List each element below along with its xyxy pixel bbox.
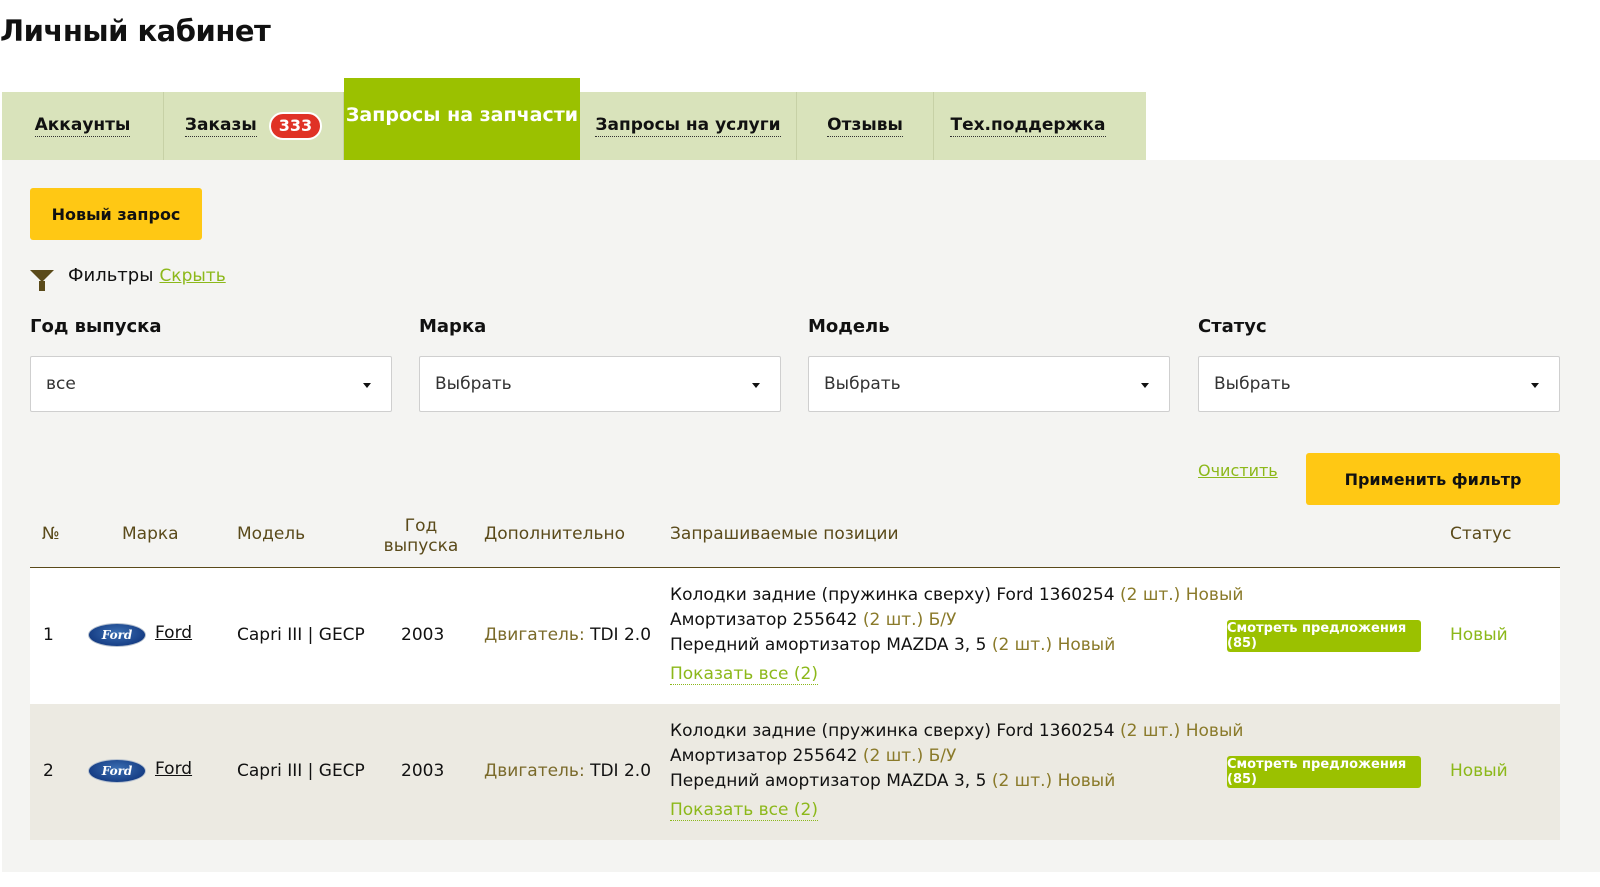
position-name: Амортизатор 255642 [670,610,858,630]
position-qty: (2 шт.) [991,771,1053,791]
new-request-button[interactable]: Новый запрос [30,188,202,240]
position-qty: (2 шт.) [1119,721,1181,741]
model-select-value: Выбрать [824,374,901,394]
status-label: Новый [1450,625,1508,645]
col-header-model: Модель [237,524,306,544]
year-select-value: все [46,374,76,394]
brand-link[interactable]: Ford [155,759,192,779]
filters-header: Фильтры Скрыть [30,265,226,291]
view-offers-button[interactable]: Смотреть предложения (85) [1227,756,1421,788]
row-num: 1 [43,625,54,645]
row-extra-label: Двигатель: [484,761,585,781]
position-condition: Б/У [928,746,957,766]
position-condition: Новый [1185,585,1244,605]
filters-title: Фильтры [68,265,154,286]
year-select[interactable]: все [30,356,392,412]
position-name: Передний амортизатор MAZDA 3, 5 [670,635,987,655]
col-header-num: № [42,524,60,544]
col-header-extra: Дополнительно [484,524,625,544]
tab-parts-requests-label: Запросы на запчасти [345,104,579,126]
row-extra-label: Двигатель: [484,625,585,645]
col-header-brand: Марка [122,524,179,544]
clear-filters-link[interactable]: Очистить [1198,461,1278,480]
table-row: 2 Ford Ford Capri III | GECP 2003 Двигат… [30,704,1560,840]
col-header-positions: Запрашиваемые позиции [670,524,899,544]
filter-label-year: Год выпуска [30,316,162,337]
tab-orders-label: Заказы [184,115,257,137]
tab-reviews[interactable]: Отзывы [797,92,934,160]
row-num: 2 [43,761,54,781]
position-name: Колодки задние (пружинка сверху) Ford 13… [670,585,1115,605]
tab-reviews-label: Отзывы [827,115,903,137]
position-qty: (2 шт.) [862,746,924,766]
filter-label-model: Модель [808,316,890,337]
row-extra: Двигатель: TDI 2.0 [484,761,651,781]
position-qty: (2 шт.) [1119,585,1181,605]
col-header-year: Год выпуска [380,516,462,556]
tab-service-requests-label: Запросы на услуги [595,115,781,137]
position-line: Колодки задние (пружинка сверху) Ford 13… [670,583,1243,608]
position-name: Колодки задние (пружинка сверху) Ford 13… [670,721,1115,741]
tab-orders[interactable]: Заказы 333 [164,92,344,160]
ford-logo: Ford [88,623,146,647]
position-qty: (2 шт.) [991,635,1053,655]
chevron-down-icon [1531,383,1539,388]
position-line: Передний амортизатор MAZDA 3, 5 (2 шт.) … [670,633,1243,658]
brand-select[interactable]: Выбрать [419,356,781,412]
position-name: Амортизатор 255642 [670,746,858,766]
page-title: Личный кабинет [0,14,271,48]
show-all-link[interactable]: Показать все (2) [670,800,818,821]
chevron-down-icon [363,383,371,388]
show-all-link[interactable]: Показать все (2) [670,664,818,685]
tab-parts-requests[interactable]: Запросы на запчасти [344,78,580,168]
position-condition: Новый [1057,771,1116,791]
table-row: 1 Ford Ford Capri III | GECP 2003 Двигат… [30,568,1560,704]
position-line: Колодки задние (пружинка сверху) Ford 13… [670,719,1243,744]
tabs-bar: Аккаунты Заказы 333 Запросы на запчасти … [2,78,1146,168]
col-header-status: Статус [1450,524,1512,544]
model-select[interactable]: Выбрать [808,356,1170,412]
position-name: Передний амортизатор MAZDA 3, 5 [670,771,987,791]
view-offers-button[interactable]: Смотреть предложения (85) [1227,620,1421,652]
requested-positions: Колодки задние (пружинка сверху) Ford 13… [670,719,1243,823]
tab-service-requests[interactable]: Запросы на услуги [580,92,797,160]
position-qty: (2 шт.) [862,610,924,630]
row-year: 2003 [401,625,445,645]
status-select[interactable]: Выбрать [1198,356,1560,412]
tab-support[interactable]: Тех.поддержка [934,92,1122,160]
orders-count-badge: 333 [268,112,323,140]
apply-filter-button[interactable]: Применить фильтр [1306,453,1560,505]
ford-logo: Ford [88,759,146,783]
filter-funnel-icon [30,269,54,291]
brand-link[interactable]: Ford [155,623,192,643]
chevron-down-icon [752,383,760,388]
status-label: Новый [1450,761,1508,781]
tab-accounts-label: Аккаунты [34,115,131,137]
requested-positions: Колодки задние (пружинка сверху) Ford 13… [670,583,1243,687]
row-model: Capri III | GECP [237,625,365,645]
position-line: Амортизатор 255642 (2 шт.) Б/У [670,608,1243,633]
tab-support-label: Тех.поддержка [950,115,1106,137]
status-select-value: Выбрать [1214,374,1291,394]
filter-label-brand: Марка [419,316,487,337]
position-condition: Б/У [928,610,957,630]
hide-filters-link[interactable]: Скрыть [159,266,225,286]
col-header-year-line2: выпуска [383,536,459,556]
col-header-year-line1: Год [404,516,438,536]
row-extra-value: TDI 2.0 [590,761,652,781]
chevron-down-icon [1141,383,1149,388]
row-year: 2003 [401,761,445,781]
brand-select-value: Выбрать [435,374,512,394]
row-extra: Двигатель: TDI 2.0 [484,625,651,645]
position-condition: Новый [1185,721,1244,741]
tab-accounts[interactable]: Аккаунты [2,92,164,160]
position-line: Передний амортизатор MAZDA 3, 5 (2 шт.) … [670,769,1243,794]
filter-label-status: Статус [1198,316,1267,337]
row-model: Capri III | GECP [237,761,365,781]
position-condition: Новый [1057,635,1116,655]
position-line: Амортизатор 255642 (2 шт.) Б/У [670,744,1243,769]
row-extra-value: TDI 2.0 [590,625,652,645]
